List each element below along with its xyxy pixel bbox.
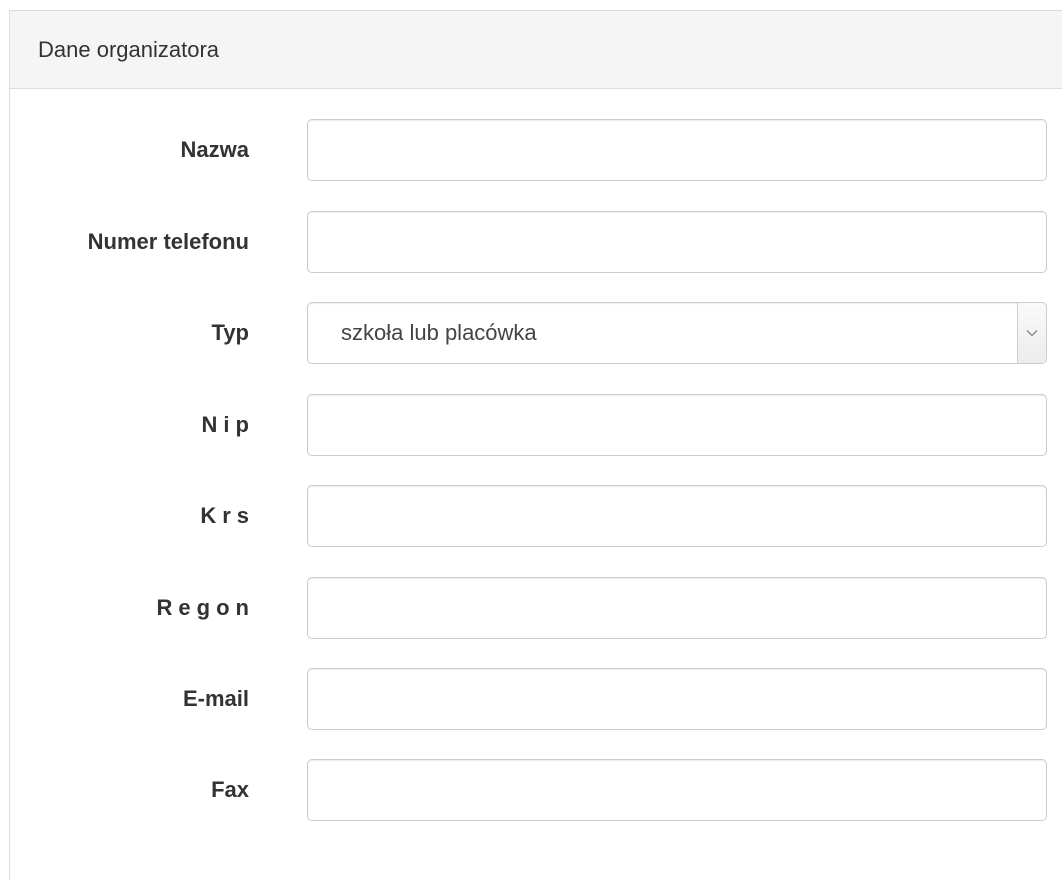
form-row-regon: Regon [10,577,1062,639]
form-row-nazwa: Nazwa [10,119,1062,181]
phone-input[interactable] [307,211,1047,273]
fax-input[interactable] [307,759,1047,821]
label-nip: Nip [201,412,255,437]
panel-heading: Dane organizatora [10,11,1062,89]
label-numer-telefonu: Numer telefonu [87,229,249,254]
chevron-down-icon[interactable] [1017,303,1046,363]
panel-title: Dane organizatora [38,36,220,62]
typ-select[interactable]: szkoła lub placówka [307,302,1047,364]
label-krs: Krs [200,503,255,528]
email-input[interactable] [307,668,1047,730]
form-row-nip: Nip [10,394,1062,456]
label-email: E-mail [182,686,249,711]
label-nazwa: Nazwa [180,137,249,162]
nip-input[interactable] [307,394,1047,456]
regon-input[interactable] [307,577,1047,639]
form-row-typ: Typ szkoła lub placówka [10,302,1062,364]
label-fax: Fax [211,777,249,802]
form-row-numer-telefonu: Numer telefonu [10,211,1062,273]
typ-selected-value: szkoła lub placówka [341,320,537,345]
form-row-email: E-mail [10,668,1062,730]
nazwa-input[interactable] [307,119,1047,181]
organizer-panel: Dane organizatora Nazwa Numer telefonu T… [9,10,1062,880]
form-row-krs: Krs [10,485,1062,547]
form-row-fax: Fax [10,759,1062,821]
label-typ: Typ [211,320,249,345]
label-regon: Regon [156,595,255,620]
krs-input[interactable] [307,485,1047,547]
